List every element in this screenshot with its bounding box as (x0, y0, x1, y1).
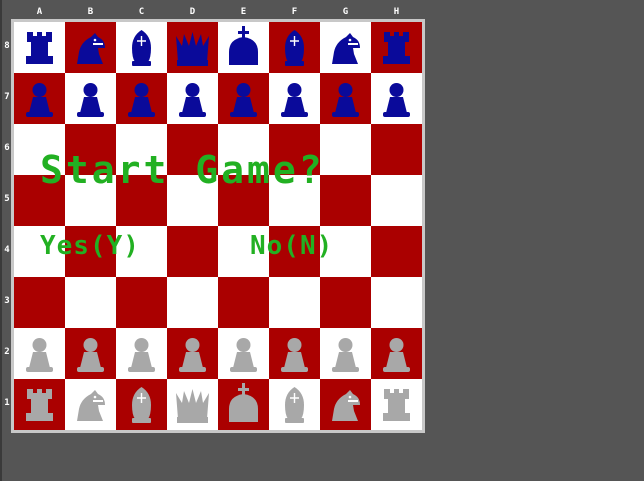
square-h7[interactable] (371, 73, 422, 124)
square-g8[interactable] (320, 22, 371, 73)
square-e3[interactable] (218, 277, 269, 328)
chess-board (11, 19, 425, 433)
square-f2[interactable] (269, 328, 320, 379)
no-option[interactable]: No(N) (250, 231, 333, 261)
square-b2[interactable] (65, 328, 116, 379)
square-d8[interactable] (167, 22, 218, 73)
square-f1[interactable] (269, 379, 320, 430)
square-g5[interactable] (320, 175, 371, 226)
square-c8[interactable] (116, 22, 167, 73)
square-h8[interactable] (371, 22, 422, 73)
square-d1[interactable] (167, 379, 218, 430)
square-h6[interactable] (371, 124, 422, 175)
square-b7[interactable] (65, 73, 116, 124)
square-f3[interactable] (269, 277, 320, 328)
file-label-h: H (393, 7, 400, 17)
square-a7[interactable] (14, 73, 65, 124)
square-a1[interactable] (14, 379, 65, 430)
square-a3[interactable] (14, 277, 65, 328)
square-h4[interactable] (371, 226, 422, 277)
square-e2[interactable] (218, 328, 269, 379)
square-d2[interactable] (167, 328, 218, 379)
file-label-d: D (189, 7, 196, 17)
square-f7[interactable] (269, 73, 320, 124)
square-e7[interactable] (218, 73, 269, 124)
square-g1[interactable] (320, 379, 371, 430)
square-e8[interactable] (218, 22, 269, 73)
start-game-prompt: Start Game? (40, 148, 325, 192)
square-g6[interactable] (320, 124, 371, 175)
square-g7[interactable] (320, 73, 371, 124)
square-b1[interactable] (65, 379, 116, 430)
square-c3[interactable] (116, 277, 167, 328)
square-h1[interactable] (371, 379, 422, 430)
file-label-e: E (240, 7, 247, 17)
file-label-f: F (291, 7, 298, 17)
square-c2[interactable] (116, 328, 167, 379)
square-d3[interactable] (167, 277, 218, 328)
square-e1[interactable] (218, 379, 269, 430)
file-label-c: C (138, 7, 145, 17)
square-f8[interactable] (269, 22, 320, 73)
square-d7[interactable] (167, 73, 218, 124)
square-g2[interactable] (320, 328, 371, 379)
square-d4[interactable] (167, 226, 218, 277)
square-b8[interactable] (65, 22, 116, 73)
board-squares (14, 22, 422, 430)
square-c1[interactable] (116, 379, 167, 430)
square-b3[interactable] (65, 277, 116, 328)
square-a2[interactable] (14, 328, 65, 379)
square-c7[interactable] (116, 73, 167, 124)
window-edge (0, 0, 2, 481)
yes-option[interactable]: Yes(Y) (40, 231, 140, 261)
file-label-b: B (87, 7, 94, 17)
square-h5[interactable] (371, 175, 422, 226)
square-a8[interactable] (14, 22, 65, 73)
file-label-a: A (36, 7, 43, 17)
square-h2[interactable] (371, 328, 422, 379)
square-h3[interactable] (371, 277, 422, 328)
square-g3[interactable] (320, 277, 371, 328)
file-label-g: G (342, 7, 349, 17)
